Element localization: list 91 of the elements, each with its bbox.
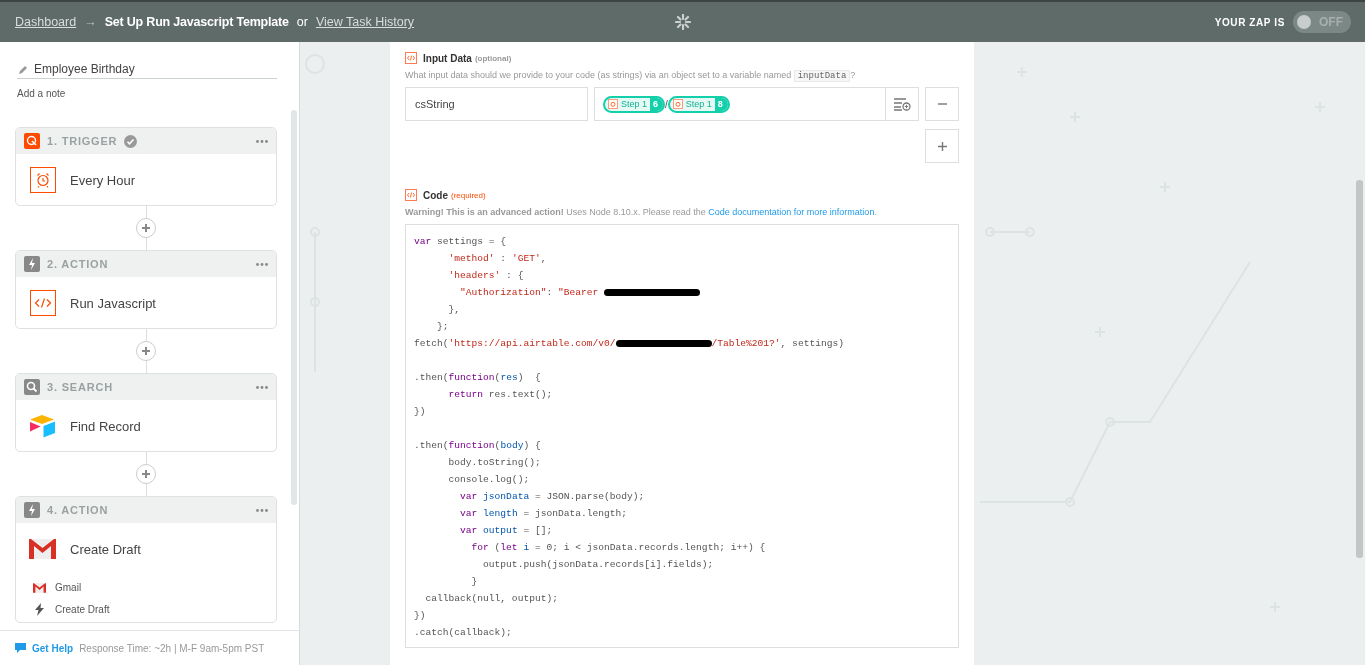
scrollbar[interactable] xyxy=(1356,180,1363,558)
plus-icon xyxy=(937,141,947,151)
insert-field-icon xyxy=(893,97,911,111)
code-line: var output = []; xyxy=(459,524,554,538)
dashboard-link[interactable]: Dashboard xyxy=(15,15,77,29)
step-label: 3. SEARCH xyxy=(47,381,113,393)
gmail-logo-icon xyxy=(29,539,56,559)
lightning-bolt-icon xyxy=(24,256,40,272)
code-line: var length = jsonData.length; xyxy=(459,507,629,521)
step-label: 4. ACTION xyxy=(47,504,109,516)
more-options-icon xyxy=(256,385,268,389)
more-options-button[interactable] xyxy=(256,385,268,389)
chat-bubble-icon xyxy=(15,643,26,653)
code-line: var settings = { xyxy=(414,235,508,249)
code-line: 'headers' : { xyxy=(447,269,525,283)
code-line: "Authorization": "Bearer xyxy=(414,284,950,301)
pencil-icon xyxy=(19,64,28,74)
code-line: }) xyxy=(414,405,427,419)
step-card[interactable]: 4. ACTION Create Draft Gmail Create Draft xyxy=(15,496,277,623)
step-detail-text: Gmail xyxy=(55,582,82,593)
code-icon xyxy=(405,52,417,64)
trigger-icon xyxy=(24,133,40,149)
code-line: }) xyxy=(414,609,427,623)
more-options-icon xyxy=(256,139,268,143)
more-options-button[interactable] xyxy=(256,139,268,143)
step-card[interactable]: 2. ACTION Run Javascript xyxy=(15,250,277,329)
zap-status-label: YOUR ZAP IS xyxy=(1214,16,1285,28)
task-history-link[interactable]: View Task History xyxy=(315,15,415,29)
code-line: }; xyxy=(436,320,450,334)
add-step-button[interactable] xyxy=(136,464,156,484)
step-title: Run Javascript xyxy=(70,295,156,311)
optional-tag: (optional) xyxy=(474,53,512,63)
add-step-button[interactable] xyxy=(136,218,156,238)
plus-icon xyxy=(141,346,151,356)
plus-icon xyxy=(141,223,151,233)
code-line: .then(function(res) { xyxy=(414,371,542,385)
separator-text: or xyxy=(296,15,308,29)
step-app-icon xyxy=(672,99,683,109)
step-app-icon xyxy=(608,99,618,109)
code-line: output.push(jsonData.records[i].fields); xyxy=(482,558,715,572)
code-line: return res.text(); xyxy=(447,388,554,402)
lightning-bolt-icon xyxy=(24,502,40,518)
step-label: 2. ACTION xyxy=(47,258,109,270)
lightning-bolt-icon xyxy=(35,603,44,616)
response-time-text: Response Time: ~2h | M-F 9am-5pm PST xyxy=(79,642,265,654)
scrollbar[interactable] xyxy=(291,110,297,505)
step-card[interactable]: 3. SEARCH Find Record xyxy=(15,373,277,452)
airtable-logo-icon xyxy=(29,414,56,438)
breadcrumb-arrow: → xyxy=(84,15,97,29)
code-warning-text: Warning! This is an advanced action! Uses Node 8.10.x. Please read the Code documentation for more information. xyxy=(405,207,878,217)
code-line: var jsonData = JSON.parse(body); xyxy=(459,490,646,504)
value-input-field[interactable]: Step 1 6 / Step 1 8 xyxy=(594,87,919,121)
key-input-field[interactable]: csString xyxy=(405,87,588,121)
step-title: Find Record xyxy=(70,418,141,434)
code-editor[interactable] xyxy=(405,224,959,648)
alarm-clock-icon xyxy=(29,167,56,193)
page-title: Set Up Run Javascript Template xyxy=(104,15,289,29)
add-note-link[interactable]: Add a note xyxy=(17,88,66,99)
section-title: Code xyxy=(423,189,448,201)
more-options-icon xyxy=(256,508,268,512)
code-line: for (let i = 0; i < jsonData.records.length; i++) { xyxy=(470,541,767,555)
input-data-description: What input data should we provide to your code (as strings) via an object set to a variable named inputData ? xyxy=(405,70,857,81)
code-line: console.log(); xyxy=(447,473,531,487)
code-icon xyxy=(29,290,56,316)
step-title: Create Draft xyxy=(70,541,141,557)
more-options-button[interactable] xyxy=(256,508,268,512)
more-options-icon xyxy=(256,262,268,266)
code-line: } xyxy=(470,575,479,589)
plus-icon xyxy=(141,469,151,479)
section-title: Input Data xyxy=(423,52,472,64)
minus-icon xyxy=(937,103,947,105)
step-detail-text: Create Draft xyxy=(55,604,110,615)
search-icon xyxy=(24,379,40,395)
zap-name-field[interactable]: Employee Birthday xyxy=(34,62,135,76)
code-line: 'method' : 'GET', xyxy=(447,252,548,266)
gmail-logo-icon xyxy=(33,582,46,593)
code-line: }, xyxy=(447,303,462,317)
required-tag: (required) xyxy=(451,190,486,200)
code-icon xyxy=(405,189,417,201)
step-card[interactable]: 1. TRIGGER Every Hour xyxy=(15,127,277,206)
separator-text: / xyxy=(665,98,668,110)
more-options-button[interactable] xyxy=(256,262,268,266)
loading-spinner-icon xyxy=(675,14,691,30)
step-label: 1. TRIGGER xyxy=(47,135,118,147)
code-line: .then(function(body) { xyxy=(414,439,542,453)
add-step-button[interactable] xyxy=(136,341,156,361)
code-line: body.toString(); xyxy=(447,456,542,470)
code-line: .catch(callback); xyxy=(414,626,513,640)
step-title: Every Hour xyxy=(70,172,136,188)
code-line: callback(null, output); xyxy=(424,592,559,606)
code-line: fetch('https://api.airtable.com/v0/ /Table%201?', settings) xyxy=(414,337,845,351)
